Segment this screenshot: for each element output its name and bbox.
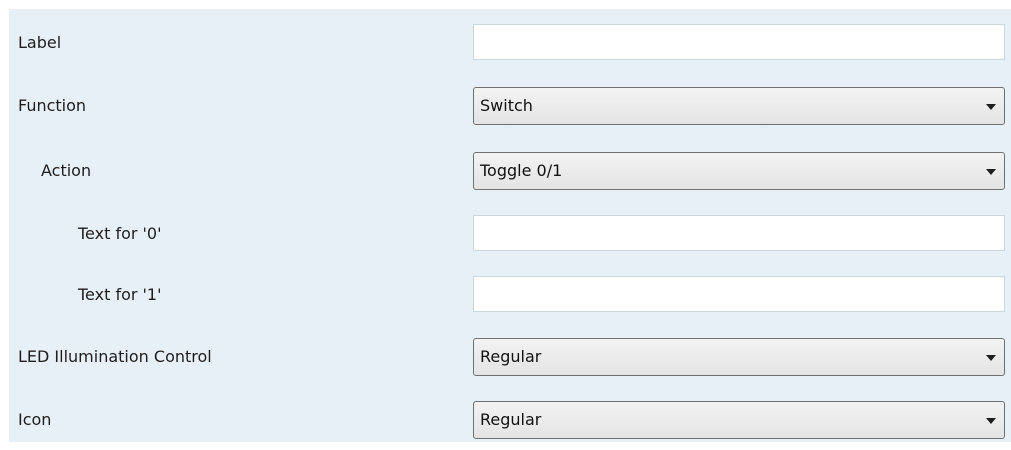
- led-illumination-selected-value: Regular: [480, 347, 542, 366]
- label-row: Label: [9, 23, 1011, 63]
- text-for-1-row: Text for '1': [9, 275, 1011, 315]
- chevron-down-icon: [986, 355, 996, 361]
- chevron-down-icon: [986, 104, 996, 110]
- text-for-1-label: Text for '1': [78, 285, 162, 304]
- action-dropdown[interactable]: Toggle 0/1: [473, 152, 1005, 190]
- action-row: Action Toggle 0/1: [9, 151, 1011, 191]
- led-illumination-label: LED Illumination Control: [18, 347, 212, 366]
- action-selected-value: Toggle 0/1: [480, 161, 563, 180]
- text-for-1-input[interactable]: [473, 276, 1005, 312]
- function-row: Function Switch: [9, 86, 1011, 126]
- function-selected-value: Switch: [480, 96, 533, 115]
- icon-dropdown[interactable]: Regular: [473, 401, 1005, 439]
- action-field-label: Action: [41, 161, 92, 180]
- label-input[interactable]: [473, 24, 1005, 60]
- parameters-panel: Label Function Switch Action Toggle 0/1 …: [9, 9, 1011, 442]
- led-illumination-row: LED Illumination Control Regular: [9, 337, 1011, 377]
- function-field-label: Function: [18, 96, 87, 115]
- chevron-down-icon: [986, 169, 996, 175]
- chevron-down-icon: [986, 418, 996, 424]
- icon-row: Icon Regular: [9, 400, 1011, 440]
- function-dropdown[interactable]: Switch: [473, 87, 1005, 125]
- icon-field-label: Icon: [18, 410, 52, 429]
- text-for-0-input[interactable]: [473, 215, 1005, 251]
- label-field-label: Label: [18, 33, 62, 52]
- text-for-0-row: Text for '0': [9, 214, 1011, 254]
- text-for-0-label: Text for '0': [78, 224, 162, 243]
- led-illumination-dropdown[interactable]: Regular: [473, 338, 1005, 376]
- icon-selected-value: Regular: [480, 410, 542, 429]
